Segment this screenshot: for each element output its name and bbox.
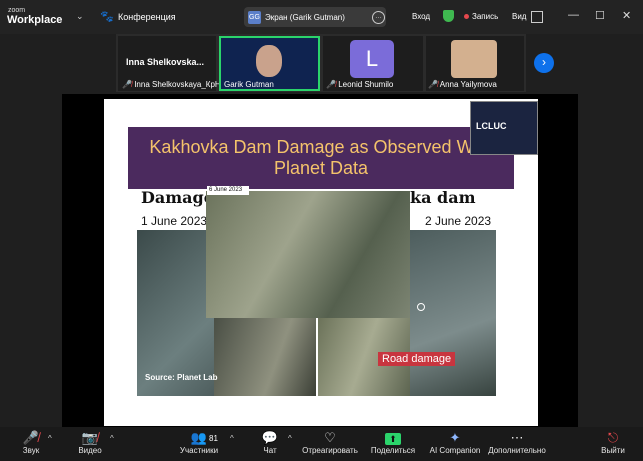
next-page-button[interactable]: › xyxy=(534,53,554,73)
chat-button[interactable]: 💬 Чат xyxy=(256,430,284,455)
ai-companion-button[interactable]: ✦ AI Companion xyxy=(428,430,482,455)
app-logo: Workplace xyxy=(7,14,63,26)
date-left: 1 June 2023 xyxy=(141,214,208,228)
record-icon xyxy=(464,14,469,19)
date-center: 6 June 2023 xyxy=(207,186,249,195)
heart-icon: ♡ xyxy=(324,430,336,445)
shield-icon[interactable] xyxy=(443,10,454,22)
source-caption: Source: Planet Lab xyxy=(145,373,218,382)
more-options-icon[interactable]: … xyxy=(372,11,385,24)
share-screen-icon: ⬆ xyxy=(385,433,401,445)
chevron-up-icon[interactable]: ^ xyxy=(230,434,234,443)
slide-title: Kakhovka Dam Damage as Observed With Pla… xyxy=(149,137,493,178)
minimize-button[interactable]: — xyxy=(568,9,579,21)
participant-video xyxy=(256,45,282,77)
logo-text: LCLUC xyxy=(476,121,507,131)
meeting-label[interactable]: Конференция xyxy=(118,12,176,22)
chevron-up-icon[interactable]: ^ xyxy=(288,434,292,443)
participant-label: 🎤̸ Inna Shelkovskaya_КрНУ xyxy=(122,80,226,89)
screen-share-label: Экран (Garik Gutman) xyxy=(265,13,345,22)
participant-title: Inna Shelkovska... xyxy=(126,57,205,67)
sparkle-icon: ✦ xyxy=(449,430,461,445)
video-button[interactable]: 📷̸ Видео xyxy=(72,430,108,455)
leave-button[interactable]: ⎋ Выйти xyxy=(598,430,628,455)
mic-muted-icon: 🎤̸ xyxy=(326,80,336,89)
slide-heading-left: Damage xyxy=(141,188,214,207)
video-off-icon: 📷̸ xyxy=(81,430,99,445)
satellite-image-bottom-left xyxy=(214,318,316,396)
avatar: GG xyxy=(248,11,261,24)
leave-icon: ⎋ xyxy=(607,430,619,445)
sign-in-button[interactable]: Вход xyxy=(412,12,430,21)
close-button[interactable]: ✕ xyxy=(622,9,631,22)
satellite-image-center xyxy=(206,191,410,318)
participant-label: 🎤̸ Anna Yailymova xyxy=(428,80,497,89)
react-button[interactable]: ♡ Отреагировать xyxy=(300,430,360,455)
mic-muted-icon: 🎤̸ xyxy=(122,80,132,89)
participant-video xyxy=(451,40,497,78)
date-right: 2 June 2023 xyxy=(425,214,492,228)
participant-label: 🎤̸ Leonid Shumilo xyxy=(326,80,394,89)
road-damage-label: Road damage xyxy=(378,352,456,366)
mic-muted-icon: 🎤̸ xyxy=(428,80,438,89)
meeting-icon: 🐾 xyxy=(100,11,114,23)
restore-button[interactable]: ☐ xyxy=(595,9,605,22)
avatar: L xyxy=(350,40,394,78)
slide-heading-right: ka dam xyxy=(410,188,476,207)
mute-button[interactable]: 🎤̸ Звук xyxy=(14,430,48,455)
more-button[interactable]: ⋯ Дополнительно xyxy=(488,430,546,455)
record-button[interactable]: Запись xyxy=(472,12,498,21)
view-button[interactable]: Вид xyxy=(512,12,526,21)
mic-muted-icon: 🎤̸ xyxy=(22,430,40,445)
marker-icon xyxy=(417,303,425,311)
chevron-down-icon[interactable]: ⌄ xyxy=(76,11,84,22)
chevron-up-icon[interactable]: ^ xyxy=(48,434,52,443)
share-button[interactable]: ⬆ Поделиться xyxy=(368,430,418,455)
more-icon: ⋯ xyxy=(510,430,524,445)
grid-view-icon[interactable] xyxy=(531,11,543,23)
participants-count: 81 xyxy=(209,434,218,443)
chat-icon: 💬 xyxy=(261,430,279,445)
chevron-up-icon[interactable]: ^ xyxy=(110,434,114,443)
satellite-image-right xyxy=(410,230,496,396)
participant-label: Garik Gutman xyxy=(224,80,274,89)
app-logo-top: zoom xyxy=(8,7,26,14)
